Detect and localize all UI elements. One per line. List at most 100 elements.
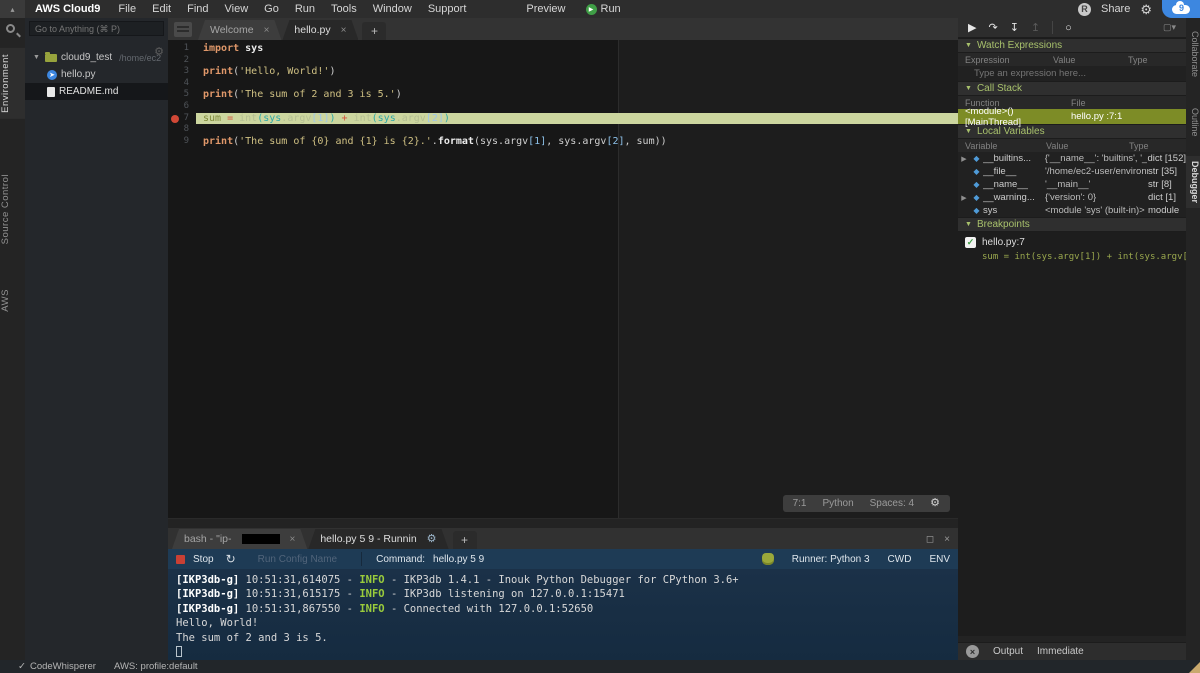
menu-item-run[interactable]: Run [287, 3, 323, 15]
new-console-tab-button[interactable]: + [453, 531, 477, 549]
gutter-line-number[interactable]: 1 [168, 43, 196, 55]
run-config-name[interactable]: Run Config Name [258, 554, 337, 565]
code-line-2[interactable]: 2 [168, 55, 958, 67]
breakpoint-dot[interactable] [171, 115, 179, 123]
new-tab-button[interactable]: + [362, 22, 386, 40]
expand-arrow-icon[interactable]: ▶ [958, 194, 970, 202]
step-over-icon[interactable]: ↷ [988, 21, 997, 34]
code-line-5[interactable]: 5print('The sum of 2 and 3 is 5.') [168, 89, 958, 101]
close-icon[interactable]: × [290, 534, 296, 545]
tab-runner[interactable]: hello.py 5 9 - Runnin ⚙ [308, 529, 448, 549]
debug-bug-icon[interactable] [762, 553, 774, 565]
code-line-8[interactable]: 8 [168, 124, 958, 136]
avatar[interactable]: R [1078, 3, 1091, 16]
terminal-output[interactable]: [IKP3db-g] 10:51:31,614075 - INFO - IKP3… [168, 569, 958, 660]
tab-immediate[interactable]: Immediate [1037, 646, 1084, 657]
tree-file-hello[interactable]: ➤ hello.py [25, 66, 168, 83]
preview-button[interactable]: Preview [516, 3, 575, 15]
command-value[interactable]: hello.py 5 9 [433, 554, 484, 565]
breakpoint-checkbox[interactable]: ✓ [965, 237, 976, 248]
breakpoint-gutter[interactable]: 7 [168, 113, 196, 125]
expand-arrow-icon[interactable]: ▶ [958, 155, 970, 163]
gutter-line-number[interactable]: 6 [168, 101, 196, 113]
menu-item-tools[interactable]: Tools [323, 3, 365, 15]
restart-icon[interactable]: ↻ [226, 552, 236, 566]
breakpoints-header[interactable]: ▼ Breakpoints [958, 217, 1186, 232]
close-icon[interactable]: × [264, 25, 270, 36]
stop-button[interactable]: Stop [193, 554, 214, 565]
call-stack-header[interactable]: ▼ Call Stack [958, 81, 1186, 96]
local-variable-row[interactable]: ▶◆__builtins...{'__name__': 'builtins', … [958, 152, 1186, 165]
step-out-icon[interactable]: ↥ [1031, 21, 1040, 34]
folder-expand-icon[interactable]: ▼ [33, 54, 41, 61]
watch-expressions-header[interactable]: ▼ Watch Expressions [958, 38, 1186, 53]
sidebar-tab-debugger[interactable]: Debugger [1186, 156, 1200, 208]
indent-setting[interactable]: Spaces: 4 [870, 498, 914, 509]
resize-grip[interactable] [1189, 662, 1200, 673]
local-variable-row[interactable]: ◆sys<module 'sys' (built-in)>module [958, 204, 1186, 217]
tab-output[interactable]: Output [993, 646, 1023, 657]
step-into-icon[interactable]: ↧ [1010, 21, 1019, 34]
menu-item-file[interactable]: File [110, 3, 144, 15]
codewhisperer-status[interactable]: CodeWhisperer [30, 661, 96, 672]
menu-item-find[interactable]: Find [179, 3, 216, 15]
local-variables-header[interactable]: ▼ Local Variables [958, 124, 1186, 139]
sidebar-tab-aws[interactable]: AWS [0, 283, 25, 318]
run-button[interactable]: ▶ Run [576, 3, 631, 15]
gutter-line-number[interactable]: 8 [168, 124, 196, 136]
cwd-button[interactable]: CWD [888, 554, 912, 565]
gutter-line-number[interactable]: 3 [168, 66, 196, 78]
code-editor[interactable]: 1import sys23print('Hello, World!')45pri… [168, 40, 958, 528]
close-panel-icon[interactable]: × [944, 534, 950, 545]
breakpoint-item[interactable]: ✓ hello.py:7 sum = int(sys.argv[1]) + in… [958, 232, 1186, 268]
tab-hello-py[interactable]: hello.py × [282, 20, 358, 40]
goto-anything-input[interactable] [29, 21, 164, 36]
gutter-line-number[interactable]: 9 [168, 136, 196, 148]
tab-welcome[interactable]: Welcome × [198, 20, 281, 40]
gutter-line-number[interactable]: 5 [168, 89, 196, 101]
cursor-position[interactable]: 7:1 [793, 498, 807, 509]
search-icon[interactable] [6, 24, 15, 33]
sidebar-tab-source-control[interactable]: Source Control [0, 168, 25, 250]
code-line-3[interactable]: 3print('Hello, World!') [168, 66, 958, 78]
horizontal-scrollbar[interactable] [168, 518, 958, 528]
tab-bash[interactable]: bash - "ip- × [172, 529, 307, 549]
code-line-7[interactable]: 7sum = int(sys.argv[1]) + int(sys.argv[2… [168, 113, 958, 125]
code-line-1[interactable]: 1import sys [168, 43, 958, 55]
panel-menu-icon[interactable]: ▢▾ [1163, 22, 1176, 33]
tree-file-readme[interactable]: README.md [25, 83, 168, 100]
close-icon[interactable]: × [341, 25, 347, 36]
gutter-line-number[interactable]: 2 [168, 55, 196, 67]
language-mode[interactable]: Python [823, 498, 854, 509]
close-circle-icon[interactable]: × [966, 645, 979, 658]
resume-icon[interactable]: ▶ [968, 21, 976, 34]
menu-item-support[interactable]: Support [420, 3, 475, 15]
toggle-breakpoints-icon[interactable]: ○ [1065, 22, 1072, 34]
collapse-menu-icon[interactable]: ▴ [0, 0, 25, 18]
sidebar-tab-outline[interactable]: Outline [1186, 103, 1200, 142]
watch-expression-input[interactable] [958, 68, 1158, 79]
gutter-line-number[interactable]: 4 [168, 78, 196, 90]
call-stack-frame[interactable]: <module>() [MainThread] hello.py :7:1 [958, 109, 1186, 124]
tree-folder-row[interactable]: ▼ cloud9_test /home/ec2 [25, 49, 168, 66]
runner-selector[interactable]: Runner: Python 3 [792, 554, 870, 565]
env-button[interactable]: ENV [929, 554, 950, 565]
code-line-9[interactable]: 9print('The sum of {0} and {1} is {2}.'.… [168, 136, 958, 148]
stop-icon[interactable] [176, 555, 185, 564]
menu-item-edit[interactable]: Edit [144, 3, 179, 15]
tree-settings-gear-icon[interactable]: ⚙ [154, 45, 164, 58]
menu-item-go[interactable]: Go [256, 3, 287, 15]
cloud9-logo[interactable]: 9 [1162, 0, 1200, 18]
maximize-panel-icon[interactable]: ◻ [926, 534, 934, 545]
aws-profile-status[interactable]: AWS: profile:default [114, 661, 198, 672]
code-line-6[interactable]: 6 [168, 101, 958, 113]
app-brand[interactable]: AWS Cloud9 [35, 3, 100, 15]
editor-settings-gear-icon[interactable]: ⚙ [930, 498, 940, 509]
share-button[interactable]: Share [1101, 3, 1130, 15]
sidebar-tab-environment[interactable]: Environment [0, 48, 25, 119]
tab-list-icon[interactable] [174, 22, 192, 37]
local-variable-row[interactable]: ▶◆__warning...{'version': 0}dict [1] [958, 191, 1186, 204]
code-line-4[interactable]: 4 [168, 78, 958, 90]
local-variable-row[interactable]: ◆__file__'/home/ec2-user/environme...str… [958, 165, 1186, 178]
settings-gear-icon[interactable]: ⚙ [1140, 3, 1152, 16]
